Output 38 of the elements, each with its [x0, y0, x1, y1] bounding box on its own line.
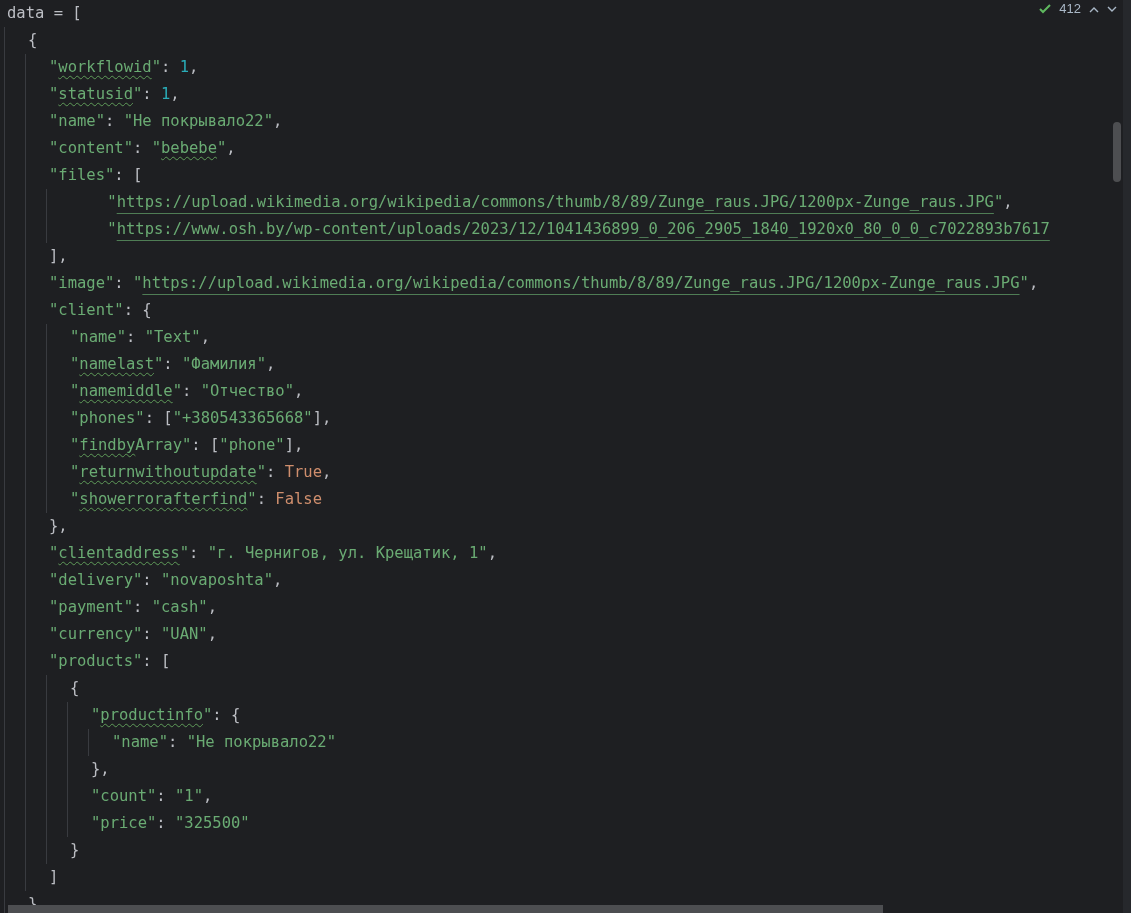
code-line: "showerrorafterfind": False: [70, 490, 322, 508]
code-line: "count": "1",: [91, 787, 213, 805]
code-line: "namemiddle": "Отчество",: [70, 382, 304, 400]
code-line: "returnwithoutupdate": True,: [70, 463, 332, 481]
code-line: "findbyArray": ["phone"],: [70, 436, 304, 454]
code-line: "workflowid": 1,: [49, 58, 199, 76]
code-line: "products": [: [49, 652, 171, 670]
chevron-down-icon[interactable]: [1107, 5, 1117, 13]
code-line: "client": {: [49, 301, 152, 319]
code-line: "price": "325500": [91, 814, 250, 832]
code-line: "phones": ["+380543365668"],: [70, 409, 332, 427]
code-line: "payment": "cash",: [49, 598, 217, 616]
code-line: "productinfo": {: [91, 706, 241, 724]
code-line: "currency": "UAN",: [49, 625, 217, 643]
code-line: "https://upload.wikimedia.org/wikipedia/commons/thumb/8/89/Zunge_raus.JPG/1200px-Zunge_raus.JPG",: [106, 193, 1013, 211]
code-line: "delivery": "novaposhta",: [49, 571, 283, 589]
code-line: "https://www.osh.by/wp-content/uploads/2023/12/1041436899_0_206_2905_1840_1920x0_80_0_0_c7022893b7617: [106, 220, 1050, 238]
chevron-up-icon[interactable]: [1089, 5, 1099, 13]
code-line: "name": "Не покрывало22": [112, 733, 336, 751]
code-line: {: [70, 679, 80, 697]
scrollbar-thumb[interactable]: [1113, 122, 1121, 182]
code-line: }: [70, 841, 80, 859]
scrollbar-thumb[interactable]: [8, 905, 883, 913]
code-line: ]: [49, 868, 59, 886]
code-line: ],: [49, 247, 68, 265]
code-line: },: [91, 760, 110, 778]
code-line: {: [28, 31, 38, 49]
code-line: },: [49, 517, 68, 535]
code-line: "name": "Text",: [70, 328, 210, 346]
problem-count: 412: [1059, 2, 1081, 16]
code-line: "name": "Не покрывало22",: [49, 112, 283, 130]
code-line: "image": "https://upload.wikimedia.org/wikipedia/commons/thumb/8/89/Zunge_raus.JPG/1200px-Zunge_raus.JPG",: [49, 274, 1039, 292]
code-line: "files": [: [49, 166, 143, 184]
code-line: "namelast": "Фамилия",: [70, 355, 276, 373]
code-line: "clientaddress": "г. Чернигов, ул. Крещатик, 1",: [49, 544, 497, 562]
code-line: data = [: [7, 4, 82, 22]
code-line: "statusid": 1,: [49, 85, 180, 103]
code-line: "content": "bebebe",: [49, 139, 236, 157]
